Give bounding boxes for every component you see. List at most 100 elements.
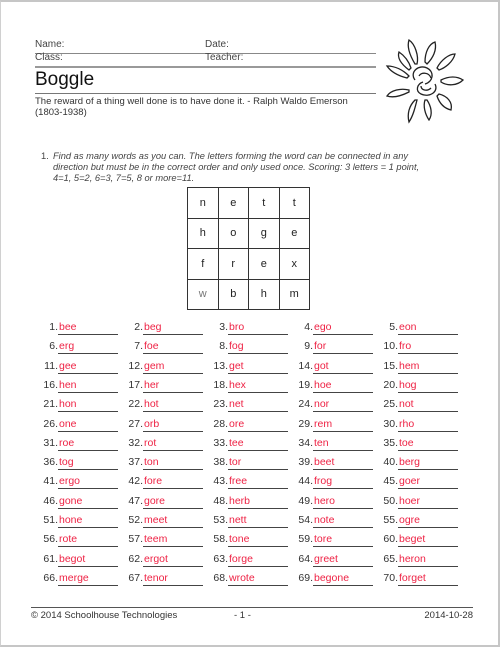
answer-number: 55. <box>383 514 398 526</box>
answer-word: ore <box>228 418 288 432</box>
answer-word: note <box>313 514 373 528</box>
answer-number: 52. <box>128 514 143 526</box>
answer-word: hoe <box>313 379 373 393</box>
board-cell: t <box>248 187 280 219</box>
answer-word: goer <box>398 475 458 490</box>
board-cell: e <box>278 217 310 249</box>
answer-word: gone <box>58 495 118 509</box>
answer-word: for <box>313 340 373 355</box>
answer-word: rho <box>398 418 458 432</box>
answer-number: 29. <box>298 417 313 430</box>
answer-number: 38. <box>213 456 228 469</box>
class-teacher-row: Class: Teacher: <box>35 52 376 68</box>
board-row: hoge <box>187 217 310 249</box>
answer-number: 37. <box>128 456 143 469</box>
answer-number: 51. <box>43 514 58 526</box>
worksheet-title: Boggle <box>35 69 376 94</box>
answer-number: 5. <box>389 321 398 333</box>
class-label: Class: <box>35 52 63 63</box>
quote-line-2: (1803-1938) <box>35 107 87 118</box>
footer: © 2014 Schoolhouse Technologies - 1 - 20… <box>31 607 473 622</box>
answer-word: merge <box>58 572 118 586</box>
answer-number: 11. <box>44 359 58 372</box>
instruction-number: 1. <box>41 151 49 161</box>
answer-word: beg <box>143 321 203 335</box>
answer-number: 34. <box>298 436 313 449</box>
footer-date: 2014-10-28 <box>424 610 473 621</box>
answer-word: hot <box>143 398 203 413</box>
board-cell: b <box>217 278 249 310</box>
answer-number: 67. <box>128 571 143 584</box>
answer-word: one <box>58 418 118 432</box>
answer-number: 15. <box>383 359 398 372</box>
answer-word: hone <box>58 514 118 528</box>
answer-number: 59. <box>298 533 313 546</box>
answer-number: 53. <box>213 514 228 526</box>
answer-word: rote <box>58 533 118 548</box>
answer-word: hem <box>398 360 458 374</box>
answer-number: 17. <box>128 378 143 391</box>
answer-word: net <box>228 398 288 413</box>
board-cell: r <box>217 248 249 280</box>
answer-word: tone <box>228 533 288 548</box>
answer-number: 9. <box>304 340 313 353</box>
answer-word: wrote <box>228 572 288 586</box>
answer-number: 68. <box>213 571 228 584</box>
answer-word: nor <box>313 398 373 413</box>
answer-word: tee <box>228 437 288 451</box>
answer-number: 25. <box>383 398 398 411</box>
answer-number: 28. <box>213 417 228 430</box>
answer-number: 57. <box>128 533 143 546</box>
answer-word: eon <box>398 321 458 335</box>
answer-word: got <box>313 360 373 374</box>
answer-word: gore <box>143 495 203 509</box>
board-row: frex <box>187 248 310 280</box>
answer-number: 62. <box>128 552 143 565</box>
board-row: wbhm <box>187 278 310 310</box>
answer-word: fro <box>398 340 458 355</box>
answer-number: 1. <box>49 321 58 333</box>
answer-word: forget <box>398 572 458 586</box>
answer-word: ergot <box>143 553 203 567</box>
answer-word: not <box>398 398 458 413</box>
page-number: - 1 - <box>234 610 251 621</box>
answer-word: begone <box>313 572 373 586</box>
answer-number: 48. <box>213 494 228 507</box>
answer-number: 46. <box>43 494 58 507</box>
answer-number: 49. <box>298 494 313 507</box>
answer-word: hen <box>58 379 118 393</box>
board-cell: n <box>187 187 219 219</box>
board-cell: m <box>278 278 310 310</box>
quote: The reward of a thing well done is to ha… <box>35 96 380 118</box>
answer-number: 23. <box>213 398 228 411</box>
answer-word: hon <box>58 398 118 413</box>
board-cell: e <box>217 187 249 219</box>
answer-word: nett <box>228 514 288 528</box>
answer-word: erg <box>58 340 118 355</box>
answer-word: fore <box>143 475 203 490</box>
answer-number: 50. <box>383 494 398 507</box>
answer-number: 42. <box>128 475 143 488</box>
answer-number: 69. <box>298 571 313 584</box>
board-cell: o <box>217 217 249 249</box>
answer-word: hex <box>228 379 288 393</box>
answer-number: 65. <box>383 552 398 565</box>
answer-word: tog <box>58 456 118 471</box>
answer-number: 63. <box>213 552 228 565</box>
answer-number: 7. <box>134 340 143 353</box>
answer-word: berg <box>398 456 458 471</box>
board-cell: f <box>187 248 219 280</box>
answer-word: ten <box>313 437 373 451</box>
board-cell: h <box>187 217 219 249</box>
board-cell: e <box>248 248 280 280</box>
answer-number: 31. <box>43 436 58 449</box>
answer-word: gee <box>58 360 118 374</box>
boggle-board: netthogefrexwbhm <box>187 187 310 310</box>
answer-number: 32. <box>128 436 143 449</box>
answer-word: frog <box>313 475 373 490</box>
answer-number: 12. <box>128 359 143 372</box>
answer-number: 41. <box>43 475 58 488</box>
answer-word: free <box>228 475 288 490</box>
answer-number: 3. <box>219 321 228 333</box>
answer-word: beget <box>398 533 458 548</box>
